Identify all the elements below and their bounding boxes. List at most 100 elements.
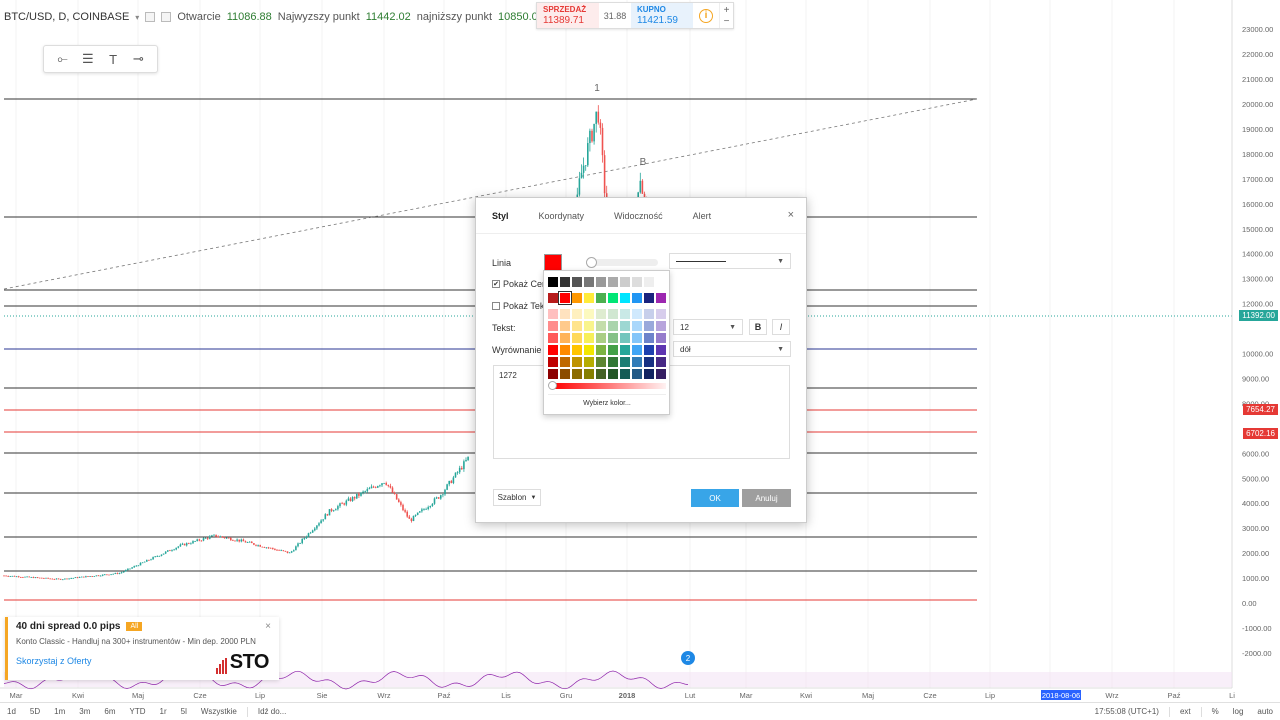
color-swatch[interactable] xyxy=(596,277,606,287)
range-1m[interactable]: 1m xyxy=(47,707,72,716)
plus-icon[interactable]: + xyxy=(724,5,730,16)
color-swatch[interactable] xyxy=(560,277,570,287)
color-swatch[interactable] xyxy=(560,321,570,331)
color-swatch[interactable] xyxy=(560,309,570,319)
clock-time[interactable]: 17:55:08 (UTC+1) xyxy=(1088,707,1166,716)
color-swatch[interactable] xyxy=(608,309,618,319)
color-swatch[interactable] xyxy=(656,333,666,343)
color-swatch[interactable] xyxy=(560,357,570,367)
color-swatch[interactable] xyxy=(656,369,666,379)
color-swatch[interactable] xyxy=(608,333,618,343)
color-swatch[interactable] xyxy=(644,357,654,367)
color-opacity-slider[interactable] xyxy=(548,381,666,390)
color-swatch[interactable] xyxy=(632,345,642,355)
ad-banner[interactable]: 40 dni spread 0.0 pips All Konto Classic… xyxy=(5,617,279,680)
range-1y[interactable]: 1r xyxy=(153,707,174,716)
color-swatch[interactable] xyxy=(632,369,642,379)
color-swatch[interactable] xyxy=(548,357,558,367)
hide-icon[interactable] xyxy=(161,12,172,22)
chevron-down-icon[interactable]: ▾ xyxy=(135,13,139,22)
color-swatch[interactable] xyxy=(572,333,582,343)
color-swatch[interactable] xyxy=(548,293,558,303)
color-swatch[interactable] xyxy=(620,309,630,319)
color-swatch[interactable] xyxy=(656,357,666,367)
sell-button[interactable]: SPRZEDAŻ 11389.71 xyxy=(537,3,599,28)
color-swatch[interactable] xyxy=(632,357,642,367)
color-swatch[interactable] xyxy=(584,333,594,343)
color-swatch[interactable] xyxy=(596,309,606,319)
color-swatch[interactable] xyxy=(632,333,642,343)
range-all[interactable]: Wszystkie xyxy=(194,707,244,716)
color-swatch[interactable] xyxy=(596,333,606,343)
color-swatch[interactable] xyxy=(548,277,558,287)
color-swatch[interactable] xyxy=(572,357,582,367)
color-swatch[interactable] xyxy=(644,277,654,287)
color-swatch[interactable] xyxy=(644,321,654,331)
color-swatch[interactable] xyxy=(548,309,558,319)
tab-coordinates[interactable]: Koordynaty xyxy=(539,198,585,234)
color-swatch[interactable] xyxy=(596,369,606,379)
template-dropdown[interactable]: Szablon ▼ xyxy=(493,489,541,506)
color-swatch[interactable] xyxy=(560,345,570,355)
color-swatch[interactable] xyxy=(644,345,654,355)
info-button[interactable]: i xyxy=(693,3,719,28)
symbol-title[interactable]: BTC/USD, D, COINBASE xyxy=(4,11,129,23)
color-swatch[interactable] xyxy=(632,321,642,331)
color-swatch[interactable] xyxy=(596,357,606,367)
log-toggle[interactable]: log xyxy=(1226,707,1251,716)
slider-knob[interactable] xyxy=(586,257,597,268)
ok-button[interactable]: OK xyxy=(691,489,739,507)
color-swatch[interactable] xyxy=(608,345,618,355)
color-swatch[interactable] xyxy=(656,293,666,303)
color-swatch[interactable] xyxy=(656,277,666,287)
color-swatch[interactable] xyxy=(584,357,594,367)
color-swatch[interactable] xyxy=(548,321,558,331)
color-swatch[interactable] xyxy=(584,293,594,303)
bold-button[interactable]: B xyxy=(749,319,767,335)
text-tool-icon[interactable]: T xyxy=(103,49,123,69)
line-opacity-slider[interactable] xyxy=(586,257,658,268)
minus-icon[interactable]: − xyxy=(724,16,730,27)
color-swatch[interactable] xyxy=(560,333,570,343)
color-swatch[interactable] xyxy=(572,277,582,287)
color-swatch[interactable] xyxy=(548,333,558,343)
color-swatch[interactable] xyxy=(584,321,594,331)
slider-knob[interactable] xyxy=(548,381,557,390)
close-icon[interactable]: × xyxy=(788,209,794,221)
color-swatch[interactable] xyxy=(620,357,630,367)
color-swatch[interactable] xyxy=(572,369,582,379)
color-swatch[interactable] xyxy=(596,293,606,303)
color-swatch[interactable] xyxy=(572,309,582,319)
color-swatch[interactable] xyxy=(620,333,630,343)
color-swatch[interactable] xyxy=(644,293,654,303)
color-swatch[interactable] xyxy=(644,369,654,379)
color-swatch[interactable] xyxy=(596,321,606,331)
range-5d[interactable]: 5D xyxy=(23,707,47,716)
range-6m[interactable]: 6m xyxy=(97,707,122,716)
tab-style[interactable]: Styl xyxy=(492,198,509,234)
show-text-checkbox[interactable]: Pokaż Tek xyxy=(492,301,544,311)
color-swatch[interactable] xyxy=(596,345,606,355)
close-icon[interactable]: × xyxy=(265,621,271,632)
tab-alert[interactable]: Alert xyxy=(693,198,712,234)
color-swatch[interactable] xyxy=(620,293,630,303)
cancel-button[interactable]: Anuluj xyxy=(742,489,791,507)
choose-color-button[interactable]: Wybierz kolor... xyxy=(548,394,666,411)
color-swatch[interactable] xyxy=(572,293,582,303)
color-swatch[interactable] xyxy=(560,369,570,379)
color-swatch[interactable] xyxy=(632,277,642,287)
color-swatch[interactable] xyxy=(608,277,618,287)
range-1d[interactable]: 1d xyxy=(0,707,23,716)
color-swatch[interactable] xyxy=(572,321,582,331)
font-size-select[interactable]: 12 ▼ xyxy=(673,319,743,335)
color-swatch[interactable] xyxy=(559,292,571,304)
color-swatch[interactable] xyxy=(632,293,642,303)
range-5y[interactable]: 5l xyxy=(174,707,194,716)
color-swatch[interactable] xyxy=(656,345,666,355)
color-swatch[interactable] xyxy=(572,345,582,355)
line-style-icon[interactable]: ☰ xyxy=(78,49,98,69)
color-swatch[interactable] xyxy=(584,309,594,319)
color-swatch[interactable] xyxy=(608,293,618,303)
color-swatch[interactable] xyxy=(584,345,594,355)
align-select[interactable]: dół ▼ xyxy=(673,341,791,357)
